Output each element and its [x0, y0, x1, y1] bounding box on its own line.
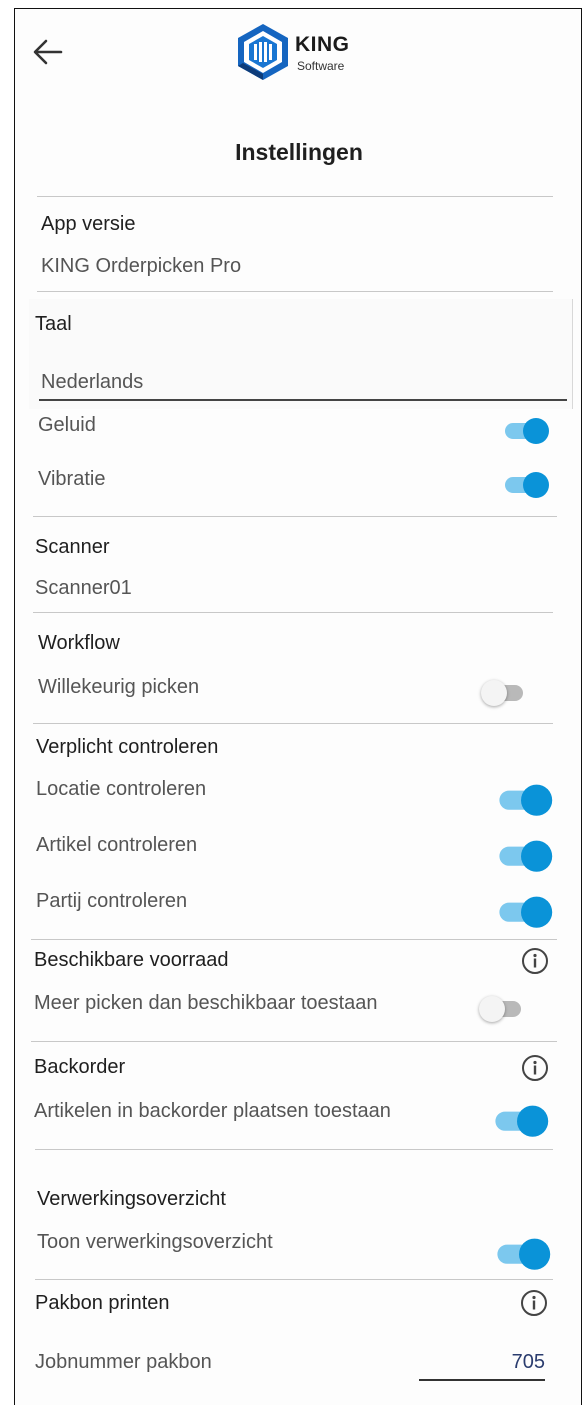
- mandatory-check-label: Verplicht controleren: [36, 736, 219, 758]
- workflow-label: Workflow: [38, 632, 120, 654]
- toggle-knob: [521, 896, 553, 928]
- language-select[interactable]: Taal Nederlands: [29, 299, 573, 409]
- toggle-knob: [481, 680, 507, 706]
- packing-slip-info-button[interactable]: [520, 1289, 548, 1317]
- article-check-label: Artikel controleren: [36, 834, 198, 856]
- backorder-info-button[interactable]: [521, 1054, 549, 1082]
- logo-title: KING: [295, 33, 350, 56]
- available-stock-label: Beschikbare voorraad: [34, 949, 229, 971]
- vibration-toggle[interactable]: [503, 469, 549, 499]
- divider: [31, 939, 557, 940]
- app-version-label: App versie: [41, 213, 136, 235]
- divider: [33, 612, 553, 613]
- toggle-knob: [521, 840, 553, 872]
- job-number-underline: [419, 1379, 545, 1381]
- language-underline: [39, 399, 567, 401]
- app-version-value: KING Orderpicken Pro: [41, 255, 242, 277]
- page-title: Instellingen: [235, 139, 363, 165]
- toggle-knob: [521, 784, 553, 816]
- sound-label: Geluid: [38, 414, 96, 436]
- arrow-left-icon: [33, 39, 63, 65]
- info-icon: [522, 1055, 548, 1081]
- divider: [31, 1041, 557, 1042]
- backorder-label: Backorder: [34, 1056, 126, 1078]
- toggle-knob: [519, 1238, 551, 1270]
- settings-screen: KING Software Instellingen App versie KI…: [14, 8, 582, 1405]
- available-stock-info-button[interactable]: [521, 947, 549, 975]
- random-picking-toggle[interactable]: [481, 677, 527, 707]
- article-check-toggle[interactable]: [497, 837, 553, 873]
- divider: [37, 291, 553, 292]
- king-software-logo: KING Software: [233, 21, 363, 83]
- packing-slip-label: Pakbon printen: [35, 1292, 170, 1314]
- toggle-knob: [479, 996, 505, 1022]
- show-overview-label: Toon verwerkingsoverzicht: [37, 1231, 273, 1253]
- back-button[interactable]: [31, 37, 65, 67]
- pick-more-toggle[interactable]: [479, 993, 525, 1023]
- batch-check-toggle[interactable]: [497, 893, 553, 929]
- job-number-label: Jobnummer pakbon: [35, 1351, 212, 1373]
- backorder-allow-toggle[interactable]: [493, 1102, 549, 1138]
- scanner-label: Scanner: [35, 536, 110, 558]
- toggle-knob: [517, 1105, 549, 1137]
- language-label: Taal: [35, 313, 72, 335]
- vibration-label: Vibratie: [38, 468, 106, 490]
- info-icon: [522, 948, 548, 974]
- info-icon: [521, 1290, 547, 1316]
- divider: [35, 1149, 553, 1150]
- location-check-label: Locatie controleren: [36, 778, 207, 800]
- sound-toggle[interactable]: [503, 415, 549, 445]
- divider: [33, 516, 557, 517]
- language-value: Nederlands: [41, 371, 144, 393]
- toggle-knob: [523, 418, 549, 444]
- logo-subtitle: Software: [297, 59, 345, 73]
- job-number-input[interactable]: 705: [419, 1351, 545, 1374]
- backorder-allow-label: Artikelen in backorder plaatsen toestaan: [34, 1100, 391, 1122]
- divider: [33, 723, 553, 724]
- logo-mark-icon: [238, 24, 288, 80]
- divider: [35, 1279, 553, 1280]
- pick-more-label: Meer picken dan beschikbaar toestaan: [34, 992, 378, 1014]
- show-overview-toggle[interactable]: [495, 1235, 551, 1271]
- processing-overview-label: Verwerkingsoverzicht: [37, 1188, 226, 1210]
- scanner-value[interactable]: Scanner01: [35, 577, 132, 600]
- location-check-toggle[interactable]: [497, 781, 553, 817]
- batch-check-label: Partij controleren: [36, 890, 188, 912]
- divider: [37, 196, 553, 197]
- toggle-knob: [523, 472, 549, 498]
- random-picking-label: Willekeurig picken: [38, 676, 200, 698]
